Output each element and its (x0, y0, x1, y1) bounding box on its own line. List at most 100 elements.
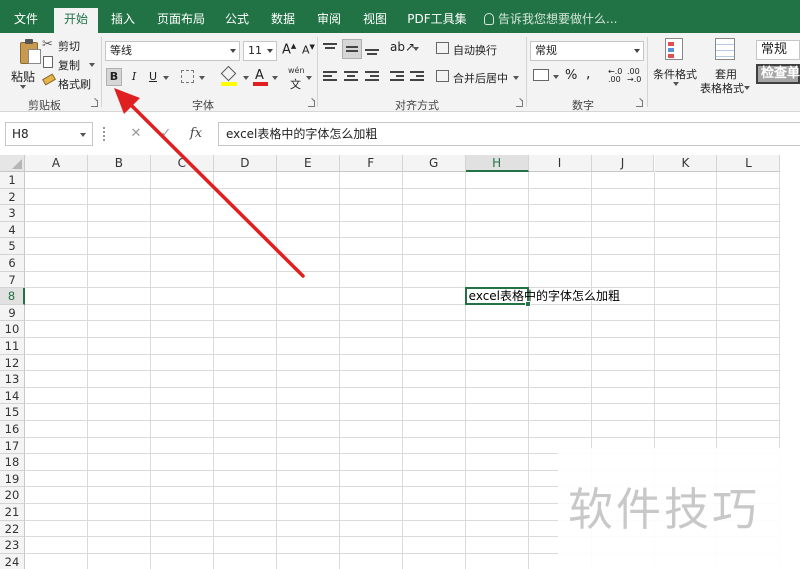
column-header-h[interactable]: H (465, 155, 529, 172)
alignment-launcher-icon[interactable] (516, 100, 523, 107)
enter-icon[interactable]: ✓ (154, 122, 178, 146)
fill-color-button[interactable] (220, 65, 242, 87)
row-header-7[interactable]: 7 (0, 271, 25, 289)
decrease-decimal-icon[interactable]: .00 →.0 (627, 68, 641, 84)
align-left-icon[interactable] (323, 71, 337, 83)
row-header-3[interactable]: 3 (0, 205, 25, 222)
font-color-button[interactable]: A (252, 67, 270, 87)
accounting-format-icon[interactable] (533, 69, 549, 81)
row-header-17[interactable]: 17 (0, 437, 25, 455)
tab-formulas[interactable]: 公式 (218, 8, 256, 33)
number-format-dropdown-icon[interactable] (634, 49, 640, 53)
column-header-i[interactable]: I (528, 155, 592, 172)
row-header-14[interactable]: 14 (0, 387, 25, 405)
bold-button[interactable]: B (106, 68, 122, 86)
select-all-button[interactable] (0, 155, 25, 172)
orientation-icon[interactable]: ab↗ (390, 40, 415, 54)
column-header-j[interactable]: J (591, 155, 655, 172)
column-header-b[interactable]: B (87, 155, 151, 172)
tell-me-box[interactable]: 告诉我您想要做什么... (484, 8, 617, 33)
grow-font-button[interactable]: A▲ (282, 42, 296, 57)
tab-file[interactable]: 文件 (6, 8, 46, 33)
row-header-13[interactable]: 13 (0, 371, 25, 388)
underline-button[interactable]: U (146, 68, 160, 86)
tab-insert[interactable]: 插入 (104, 8, 142, 33)
wrap-text-button[interactable]: 自动换行 (453, 42, 497, 58)
column-header-g[interactable]: G (402, 155, 466, 172)
column-header-c[interactable]: C (150, 155, 214, 172)
align-right-icon[interactable] (365, 71, 379, 83)
borders-icon[interactable] (181, 70, 194, 83)
clipboard-launcher-icon[interactable] (91, 100, 98, 107)
column-header-a[interactable]: A (25, 155, 88, 172)
row-header-10[interactable]: 10 (0, 321, 25, 338)
row-header-20[interactable]: 20 (0, 487, 25, 504)
cell-style-normal[interactable]: 常规 (756, 40, 800, 60)
font-color-dropdown-icon[interactable] (272, 76, 278, 80)
tab-pdf-tools[interactable]: PDF工具集 (402, 8, 472, 33)
merge-dropdown-icon[interactable] (513, 76, 519, 80)
row-header-22[interactable]: 22 (0, 520, 25, 538)
name-box-dropdown-icon[interactable] (80, 133, 86, 137)
row-header-4[interactable]: 4 (0, 221, 25, 239)
row-header-24[interactable]: 24 (0, 553, 25, 569)
increase-indent-icon[interactable] (410, 71, 424, 83)
italic-button[interactable]: I (127, 68, 141, 86)
copy-button[interactable]: 复制 (42, 55, 98, 73)
tab-home[interactable]: 开始 (54, 8, 98, 33)
shrink-font-button[interactable]: A▼ (302, 43, 315, 57)
font-launcher-icon[interactable] (308, 100, 315, 107)
align-center-icon[interactable] (344, 71, 358, 83)
row-header-2[interactable]: 2 (0, 188, 25, 206)
column-header-l[interactable]: L (717, 155, 781, 172)
font-size-combo[interactable]: 11 (243, 41, 277, 61)
merge-center-button[interactable]: 合并后居中 (453, 70, 508, 86)
row-header-15[interactable]: 15 (0, 404, 25, 421)
row-header-11[interactable]: 11 (0, 338, 25, 355)
font-name-combo[interactable]: 等线 (105, 41, 240, 61)
align-top-icon[interactable] (323, 43, 337, 55)
phonetic-button[interactable]: wén (288, 66, 305, 75)
number-format-combo[interactable]: 常规 (530, 41, 644, 61)
name-box[interactable]: H8 (5, 122, 93, 146)
increase-decimal-icon[interactable]: ←.0.00 (608, 68, 622, 84)
underline-dropdown-icon[interactable] (163, 76, 169, 80)
format-painter-button[interactable]: 格式刷 (42, 73, 94, 92)
row-header-18[interactable]: 18 (0, 454, 25, 471)
number-launcher-icon[interactable] (636, 100, 643, 107)
row-header-6[interactable]: 6 (0, 255, 25, 272)
cell-style-check[interactable]: 检查单 (756, 64, 800, 84)
cut-button[interactable]: ✂ 剪切 (42, 36, 88, 54)
fill-color-dropdown-icon[interactable] (243, 76, 249, 80)
insert-function-icon[interactable]: fx (184, 122, 208, 146)
formula-input[interactable]: excel表格中的字体怎么加粗 (218, 122, 800, 146)
row-header-8[interactable]: 8 (0, 288, 25, 305)
phonetic-dropdown-icon[interactable] (306, 76, 312, 80)
accounting-dropdown-icon[interactable] (553, 75, 559, 79)
column-header-d[interactable]: D (213, 155, 277, 172)
percent-button[interactable]: % (565, 68, 577, 83)
row-header-9[interactable]: 9 (0, 304, 25, 322)
format-as-table-button[interactable]: 套用 表格格式 (699, 36, 751, 95)
tab-review[interactable]: 审阅 (310, 8, 348, 33)
conditional-format-button[interactable]: 条件格式 (651, 36, 701, 94)
cancel-icon[interactable]: ✕ (124, 122, 148, 146)
decrease-indent-icon[interactable] (390, 71, 404, 83)
column-header-k[interactable]: K (654, 155, 718, 172)
row-header-12[interactable]: 12 (0, 354, 25, 372)
row-header-16[interactable]: 16 (0, 421, 25, 438)
tab-view[interactable]: 视图 (356, 8, 394, 33)
tab-page-layout[interactable]: 页面布局 (152, 8, 210, 33)
column-header-e[interactable]: E (276, 155, 340, 172)
align-bottom-icon[interactable] (365, 43, 379, 55)
column-header-f[interactable]: F (339, 155, 403, 172)
align-middle-icon[interactable] (342, 39, 362, 59)
borders-dropdown-icon[interactable] (199, 76, 205, 80)
tab-data[interactable]: 数据 (264, 8, 302, 33)
paste-button[interactable]: 粘贴 (6, 35, 41, 93)
row-header-23[interactable]: 23 (0, 537, 25, 554)
row-header-1[interactable]: 1 (0, 172, 25, 189)
row-header-5[interactable]: 5 (0, 238, 25, 255)
formula-bar-splitter[interactable] (103, 127, 105, 141)
row-header-21[interactable]: 21 (0, 504, 25, 521)
